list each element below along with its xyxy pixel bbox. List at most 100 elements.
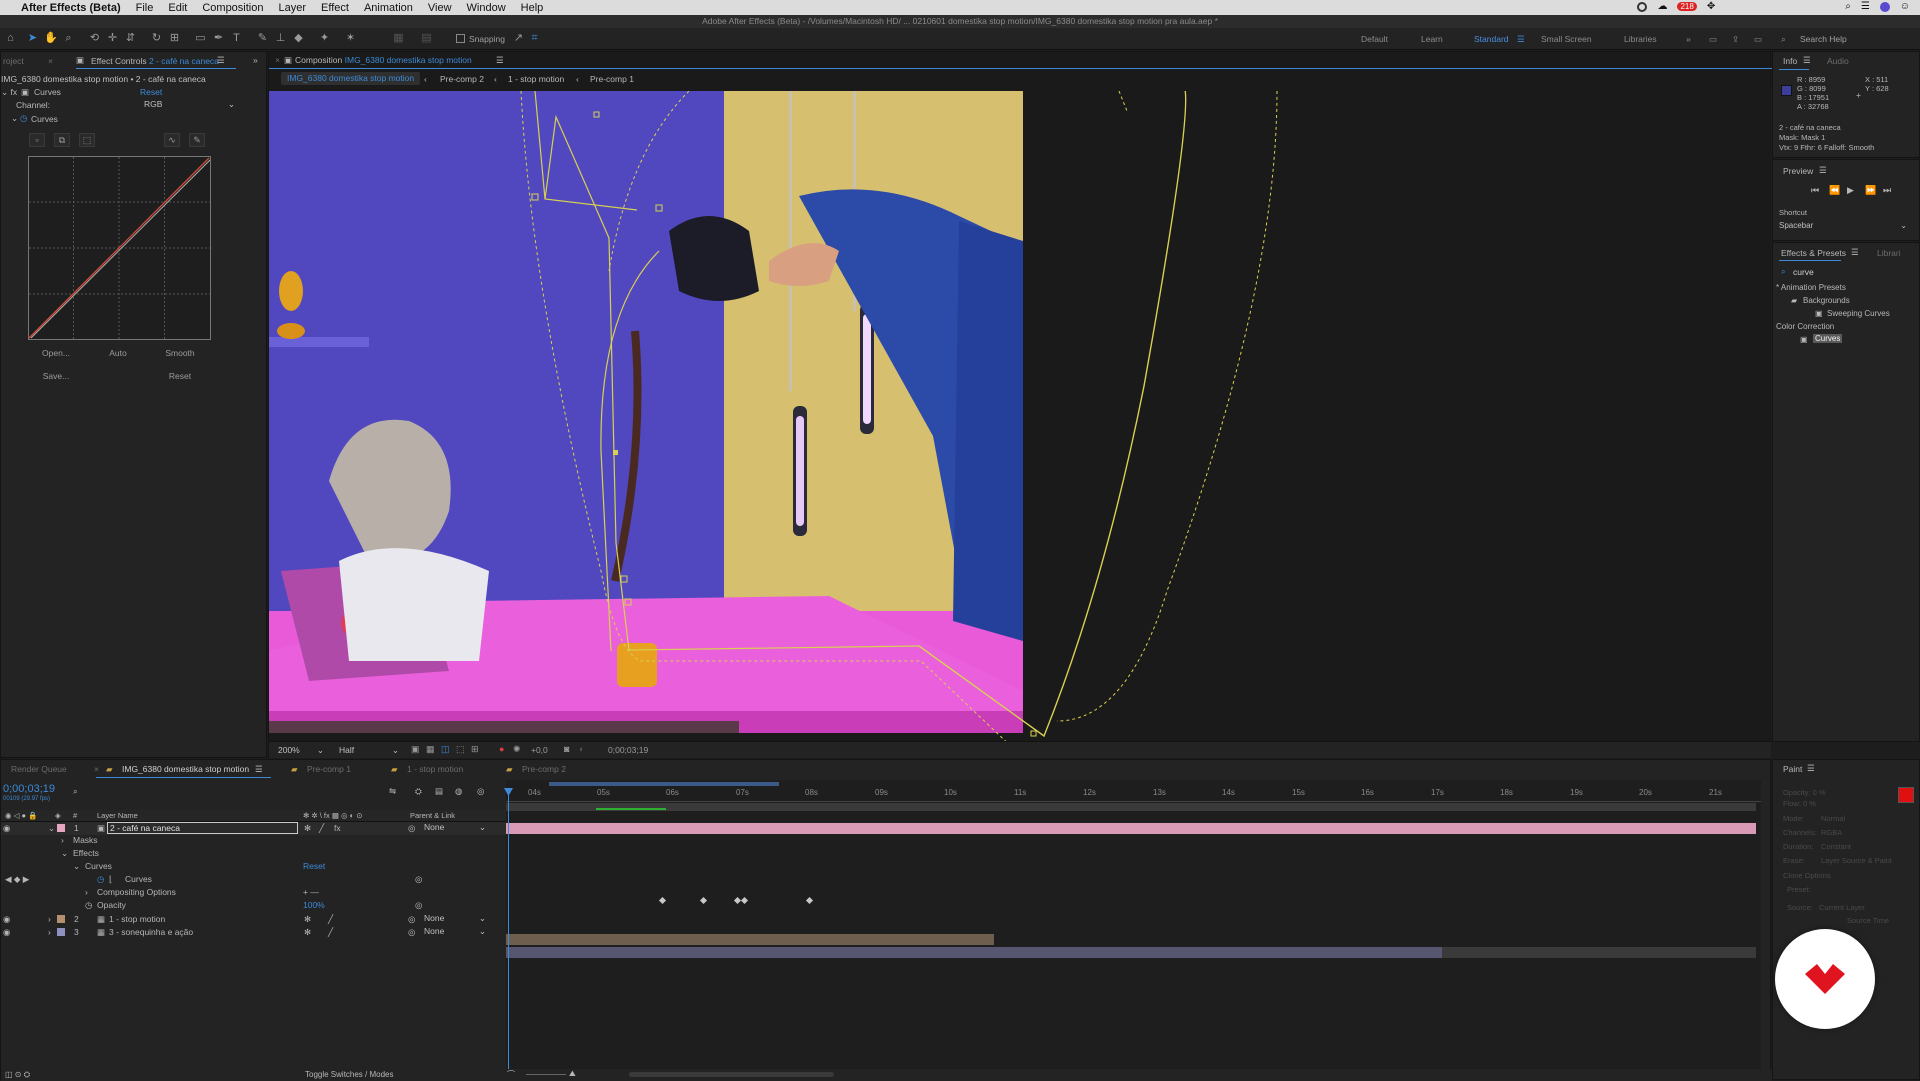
quality-switch-icon[interactable]: ╱ [328,914,333,925]
comp-panel-menu-icon[interactable]: ☰ [496,55,504,66]
close-tab-icon[interactable]: × [94,764,99,774]
rotate-tool-icon[interactable]: ↻ [150,32,163,45]
clone-stamp-tool-icon[interactable]: ⊥ [274,32,287,45]
layer-name[interactable]: 1 - stop motion [109,914,165,924]
playhead[interactable] [508,788,509,1073]
sync-icon[interactable]: ⇪ [1732,34,1739,45]
workspace-standard[interactable]: Standard [1474,34,1509,44]
effect-controls-tab[interactable]: Effect Controls 2 - café na caneca [91,56,219,66]
expand-toggle[interactable]: › [61,835,64,845]
resolution-dropdown[interactable]: Half ⌄ [339,745,399,756]
timeline-menu-icon[interactable]: ☰ [255,764,263,775]
shortcut-dropdown[interactable]: Spacebar ⌄ [1779,221,1907,232]
layout-icon[interactable]: ▭ [1709,34,1717,45]
snap-features-icon[interactable]: ⌗ [528,32,541,45]
prop-masks[interactable]: › Masks [1,835,506,848]
layer-bar-2[interactable] [506,934,994,945]
curves-group-toggle[interactable]: ⌄ [11,113,18,124]
parent-link-header[interactable]: Parent & Link [410,811,455,820]
show-snapshot-icon[interactable]: ◐ [579,744,584,754]
stopwatch-icon[interactable]: ◷ [20,113,27,124]
timeline-scrollbar[interactable] [629,1072,834,1077]
tree-backgrounds[interactable]: Backgrounds [1803,296,1850,305]
menu-composition[interactable]: Composition [202,2,263,14]
effect-reset-link[interactable]: Reset [140,87,162,97]
menu-file[interactable]: File [136,2,154,14]
stopwatch-icon[interactable]: ◷ [97,874,104,885]
last-frame-icon[interactable]: ⏭ [1883,185,1891,196]
expand-toggle[interactable]: › [48,927,51,937]
curves-effect-reset[interactable]: Reset [303,861,325,871]
effects-search-input[interactable]: curve [1793,267,1814,277]
siri-icon[interactable] [1879,1,1890,12]
collapse-switch-icon[interactable]: ✻ [304,927,311,938]
parent-pickwhip-icon[interactable]: ◎ [408,927,415,938]
eye-icon[interactable]: ◉ [3,823,10,834]
graph-size-large-icon[interactable]: ⬚ [79,133,95,147]
message-icon[interactable]: ▭ [1754,34,1762,45]
cloud-icon[interactable]: ☁ [1657,1,1667,12]
quality-switch-icon[interactable]: ╱ [319,823,324,834]
layer-name-input[interactable]: 2 - café na caneca [107,822,298,834]
tree-sweeping-curves[interactable]: Sweeping Curves [1827,309,1890,318]
pencil-tool-icon[interactable]: ✎ [189,133,205,147]
hand-tool-icon[interactable]: ✋ [44,32,58,45]
menu-view[interactable]: View [428,2,452,14]
workspace-default[interactable]: Default [1361,34,1388,44]
keyframe-nav-icons[interactable]: ◀ ◆ ▶ [5,874,29,885]
work-area-bar[interactable] [549,782,779,786]
curve-tool-icon[interactable]: ∿ [164,133,180,147]
label-color[interactable] [57,824,65,832]
label-color[interactable] [57,928,65,936]
viewer-timecode[interactable]: 0;00;03;19 [608,745,648,755]
zoom-in-icon[interactable]: ⛰ [569,1069,576,1079]
pan-tool-icon[interactable]: ✛ [106,32,119,45]
layer-name-header[interactable]: Layer Name [97,811,138,820]
search-icon[interactable]: ⌕ [1845,1,1851,12]
curves-auto-button[interactable]: Auto [93,348,143,358]
workspace-learn[interactable]: Learn [1421,34,1443,44]
comp-flow-icon[interactable]: ⇋ [389,786,396,797]
puppet-tool-icon[interactable]: ✶ [344,32,357,45]
rectangle-tool-icon[interactable]: ▭ [194,32,207,45]
comp-breadcrumb[interactable]: 1 - stop motion [508,74,564,84]
snapping-checkbox[interactable] [456,34,465,43]
paint-source-time[interactable]: Source Time [1847,916,1889,925]
layer-bar-1[interactable] [506,823,1756,834]
zoom-out-icon[interactable]: ⌒ [507,1069,515,1080]
roto-brush-tool-icon[interactable]: ✦ [318,32,331,45]
composition-viewer[interactable] [269,91,1771,741]
comp-breadcrumb[interactable]: Pre-comp 2 [440,74,484,84]
previous-frame-icon[interactable]: ⏪ [1829,185,1840,196]
pan-behind-tool-icon[interactable]: ⊞ [168,32,181,45]
region-of-interest-icon[interactable]: ⬚ [456,744,465,755]
paint-menu-icon[interactable]: ☰ [1807,763,1815,774]
pen-tool-icon[interactable]: ✒ [212,32,225,45]
lock-icon[interactable]: ▣ [76,55,84,66]
timeline-tab-stop-motion[interactable]: 1 - stop motion [407,764,463,774]
prop-opacity[interactable]: ◷ Opacity 100% ◎ [1,900,506,913]
exposure-value[interactable]: +0,0 [531,745,548,755]
first-frame-icon[interactable]: ⏮ [1811,185,1819,196]
notification-badge[interactable]: 218 [1677,2,1697,11]
comp-breadcrumb[interactable]: Pre-comp 1 [590,74,634,84]
prop-curves-effect[interactable]: ⌄ Curves Reset [1,861,506,874]
eye-icon[interactable]: ◉ [3,914,10,925]
fx-switch-icon[interactable]: fx [334,823,341,833]
paint-duration-value[interactable]: Constant [1821,842,1851,851]
menu-help[interactable]: Help [521,2,544,14]
effect-name[interactable]: Curves [34,87,61,97]
layer-row-3[interactable]: ◉ › 3 ▦ 3 - sonequinha e ação ✻ ╱ ◎ None… [1,926,506,939]
expand-toggle[interactable]: › [48,914,51,924]
timeline-tab-main[interactable]: IMG_6380 domestika stop motion [122,764,249,774]
dolly-tool-icon[interactable]: ⇵ [124,32,137,45]
info-tab[interactable]: Info [1783,56,1797,66]
render-queue-tab[interactable]: Render Queue [11,764,67,774]
add-remove-icons[interactable]: + — [303,887,319,897]
record-icon[interactable] [1637,1,1648,12]
keyframe[interactable] [740,896,749,905]
effects-menu-icon[interactable]: ☰ [1851,247,1859,258]
parent-pickwhip-icon[interactable]: ◎ [408,823,415,834]
orbit-tool-icon[interactable]: ⟲ [88,32,101,45]
zoom-dropdown[interactable]: 200% ⌄ [278,745,324,756]
